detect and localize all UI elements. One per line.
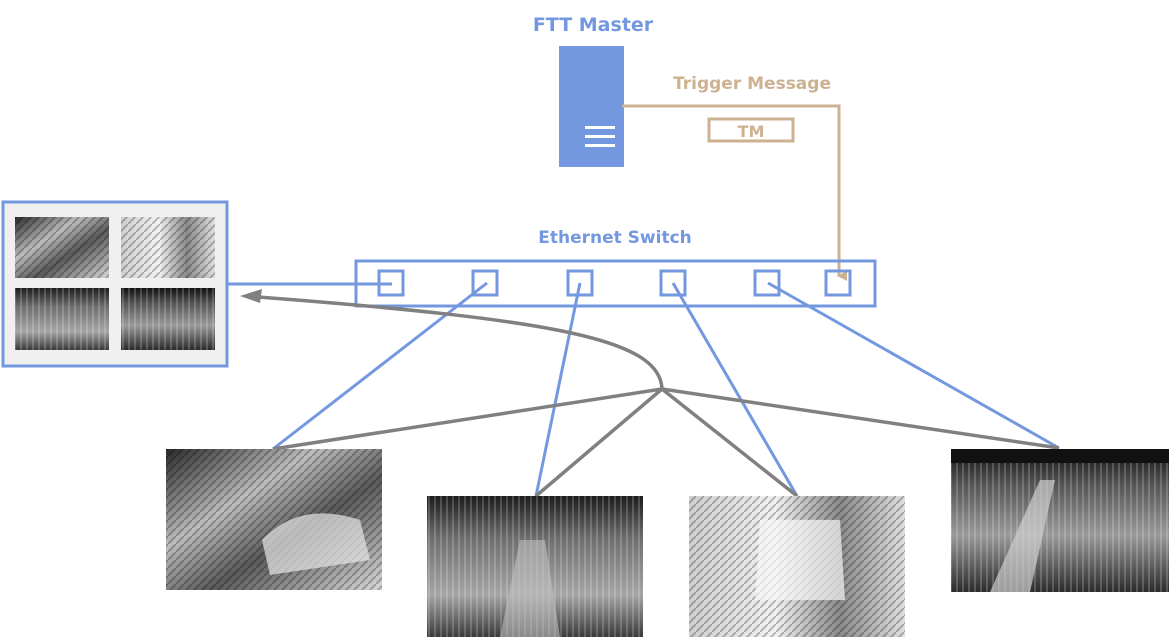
agg-node4 [661,387,1060,450]
server-icon[interactable] [559,46,624,167]
thumbnail-assembly-workers [15,288,109,350]
link-port4-node3 [671,282,799,497]
switch-title: Ethernet Switch [538,228,692,248]
switch-ports [377,269,852,297]
tm-label: TM [738,122,765,141]
thumbnail-robotic-welding [15,217,109,278]
node-robotic-welding-line[interactable] [166,449,382,590]
trigger-label: Trigger Message [673,74,831,94]
node-robotic-car-body-cell[interactable] [689,496,905,637]
network-diagram: FTT Master Trigger Message TM Ethernet S… [1,14,1169,637]
switch-port-5[interactable] [753,269,781,297]
thumbnail-factory-hall [121,288,215,350]
master-title: FTT Master [533,14,654,36]
monitor-panel[interactable] [1,200,229,368]
node-assembly-line-workers[interactable] [427,496,643,637]
aggregation-arrowhead [240,289,262,303]
node-factory-hall-rows[interactable] [951,449,1169,592]
agg-curve-to-panel [257,295,664,390]
thumbnail-car-body-cell [121,217,215,278]
link-port5-node4 [767,281,1060,450]
tm-message-box: TM [707,117,795,143]
